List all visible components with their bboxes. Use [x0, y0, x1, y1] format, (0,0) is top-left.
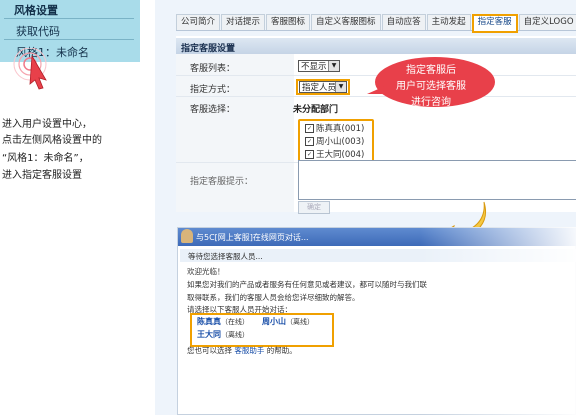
checkbox-checked-icon[interactable]: ✓ [305, 150, 314, 159]
chat-message-line: 取得联系，我们的客服人员会给您详尽细致的解答。 [187, 293, 360, 302]
tab-assign-service[interactable]: 指定客服 [471, 14, 518, 33]
avatar [181, 229, 193, 243]
chat-agent-status: （离线） [286, 318, 314, 326]
instruction-line: 点击左侧风格设置中的 [2, 135, 102, 146]
assistant-link[interactable]: 客服助手 [234, 346, 264, 355]
agent-option-label: 陈真真(001) [316, 124, 365, 134]
tab-service-icon[interactable]: 客服图标 [266, 14, 311, 30]
mode-select-value: 指定人员 [302, 83, 337, 93]
menu-item-get-code[interactable]: 获取代码 [16, 23, 60, 39]
chat-agent-status: （离线） [221, 331, 249, 339]
callout-line: 进行咨询 [411, 97, 451, 108]
agent-option[interactable]: ✓ 陈真真(001) [305, 122, 364, 134]
menu-divider [4, 18, 134, 19]
mode-select[interactable]: 指定人员 ▼ [299, 81, 347, 93]
form-title: 指定客服设置 [181, 44, 236, 54]
callout-line: 用户可选择客服 [396, 81, 466, 92]
hint-textarea[interactable] [298, 160, 576, 200]
chat-title: 与5C[网上客服]在线网页对话... [196, 233, 309, 242]
chat-agent-link[interactable]: 陈真真（在线） [197, 316, 249, 327]
chat-footer-suffix: 的帮助。 [266, 346, 297, 355]
tab-custom-service-icon[interactable]: 自定义客服图标 [311, 14, 381, 30]
chat-agent-name: 王大同 [197, 330, 221, 339]
checkbox-checked-icon[interactable]: ✓ [305, 137, 314, 146]
agent-option-label: 王大同(004) [316, 150, 365, 160]
list-select-value: 不显示 [301, 62, 327, 72]
tab-company-intro[interactable]: 公司简介 [176, 14, 221, 30]
callout-line: 指定客服后 [406, 65, 456, 76]
fade-overlay [420, 227, 576, 415]
click-cursor-icon [13, 48, 47, 90]
list-label: 客服列表： [190, 64, 236, 74]
chevron-down-icon: ▼ [335, 82, 346, 92]
chat-message-line: 欢迎光临！ [187, 267, 225, 276]
select-label: 客服选择： [190, 105, 236, 115]
settings-tabs: 公司简介 对话提示 客服图标 自定义客服图标 自动应答 主动发起 指定客服 自定… [176, 14, 576, 33]
chat-footer-prefix: 您也可以选择 [187, 346, 232, 355]
form-header [176, 38, 576, 54]
chevron-down-icon: ▼ [328, 61, 339, 71]
instruction-line: 进入指定客服设置 [2, 170, 82, 181]
chat-agent-name: 陈真真 [197, 317, 221, 326]
menu-divider [4, 39, 134, 40]
agent-option-label: 周小山(003) [316, 137, 365, 147]
menu-title: 风格设置 [14, 4, 58, 17]
chat-agent-status: （在线） [221, 318, 249, 326]
mode-label: 指定方式： [190, 85, 236, 95]
confirm-button[interactable]: 确定 [298, 201, 330, 214]
group-label: 未分配部门 [293, 105, 339, 115]
chat-subtitle: 等待您选择客服人员... [188, 252, 263, 261]
tab-chat-prompt[interactable]: 对话提示 [221, 14, 266, 30]
instruction-line: 进入用户设置中心， [2, 119, 92, 130]
agent-option[interactable]: ✓ 周小山(003) [305, 135, 364, 147]
tab-custom-logo[interactable]: 自定义LOGO [518, 14, 576, 30]
hint-label: 指定客服提示： [190, 177, 254, 187]
tab-proactive[interactable]: 主动发起 [426, 14, 471, 30]
tab-auto-reply[interactable]: 自动应答 [381, 14, 426, 30]
list-select[interactable]: 不显示 ▼ [298, 60, 340, 72]
chat-agent-link[interactable]: 王大同（离线） [197, 329, 249, 340]
chat-agent-name: 周小山 [262, 317, 286, 326]
label-column [176, 54, 294, 212]
chat-message-line: 如果您对我们的产品或者服务有任何意见或者建议，都可以随时与我们联 [187, 280, 427, 289]
instruction-line: “风格1：未命名”， [2, 153, 89, 164]
agent-option[interactable]: ✓ 王大同(004) [305, 148, 364, 160]
checkbox-checked-icon[interactable]: ✓ [305, 124, 314, 133]
chat-agent-link[interactable]: 周小山（离线） [262, 316, 314, 327]
chat-footer: 您也可以选择 客服助手 的帮助。 [187, 345, 297, 356]
